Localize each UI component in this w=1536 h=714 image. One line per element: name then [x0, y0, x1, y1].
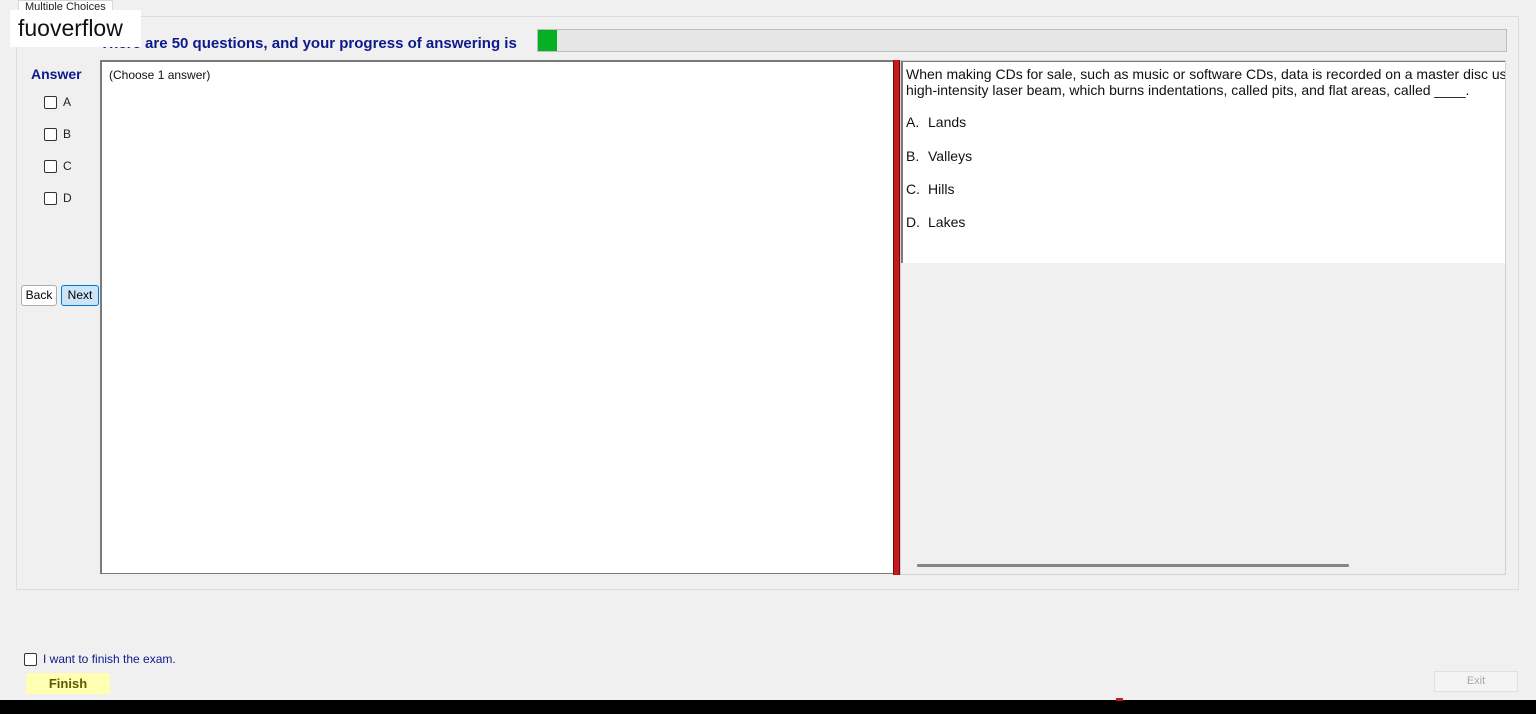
answer-option-label: A — [63, 95, 72, 109]
horizontal-scrollbar[interactable] — [901, 557, 1505, 574]
finish-button[interactable]: Finish — [26, 673, 110, 694]
answer-text-box[interactable]: (Choose 1 answer) — [100, 60, 894, 574]
choice-key: D. — [906, 214, 920, 230]
choice-text: Lands — [928, 114, 967, 130]
scrollbar-thumb[interactable] — [917, 564, 1349, 567]
exit-button[interactable]: Exit — [1434, 671, 1518, 692]
question-stem: When making CDs for sale, such as music … — [906, 66, 1505, 98]
finish-exam-checkbox[interactable]: I want to finish the exam. — [24, 652, 176, 666]
choice-key: B. — [906, 148, 920, 164]
back-button[interactable]: Back — [21, 285, 57, 306]
answer-checkbox-d[interactable] — [44, 191, 57, 205]
taskbar-strip — [0, 700, 1536, 714]
choice-text: Valleys — [928, 148, 973, 164]
question-choice-c: C. Hills — [906, 181, 954, 197]
answer-checkbox-b[interactable] — [44, 127, 57, 141]
question-choice-d: D. Lakes — [906, 214, 965, 230]
question-card: When making CDs for sale, such as music … — [901, 61, 1505, 263]
finish-checkbox-label: I want to finish the exam. — [43, 652, 176, 666]
answer-option-label: D — [63, 191, 72, 205]
panel-splitter[interactable] — [893, 60, 900, 575]
answer-checkbox-c[interactable] — [44, 159, 57, 173]
question-choice-b: B. Valleys — [906, 148, 972, 164]
answer-checkbox-a[interactable] — [44, 95, 57, 109]
choice-text: Hills — [928, 181, 955, 197]
progress-text: There are 50 questions, and your progres… — [100, 35, 517, 52]
choice-key: C. — [906, 181, 920, 197]
taskbar-indicator — [1116, 698, 1123, 701]
question-stem-line: When making CDs for sale, such as music … — [906, 66, 1505, 82]
answer-option-d[interactable]: D — [44, 190, 72, 206]
answer-hint: (Choose 1 answer) — [109, 68, 211, 82]
answer-option-a[interactable]: A — [44, 94, 71, 110]
question-choice-a: A. Lands — [906, 114, 966, 130]
answer-option-label: C — [63, 159, 72, 173]
progress-bar — [537, 29, 1507, 52]
answer-title: Answer — [31, 66, 82, 82]
progress-bar-fill — [538, 30, 558, 51]
question-panel: When making CDs for sale, such as music … — [900, 60, 1506, 575]
answer-option-label: B — [63, 127, 72, 141]
answer-option-c[interactable]: C — [44, 158, 72, 174]
next-button[interactable]: Next — [61, 285, 99, 306]
choice-text: Lakes — [928, 214, 966, 230]
finish-checkbox-box[interactable] — [24, 652, 37, 666]
choice-key: A. — [906, 114, 920, 130]
answer-option-b[interactable]: B — [44, 126, 71, 142]
question-stem-line: high-intensity laser beam, which burns i… — [906, 82, 1470, 98]
watermark-label: fuoverflow — [10, 10, 141, 47]
